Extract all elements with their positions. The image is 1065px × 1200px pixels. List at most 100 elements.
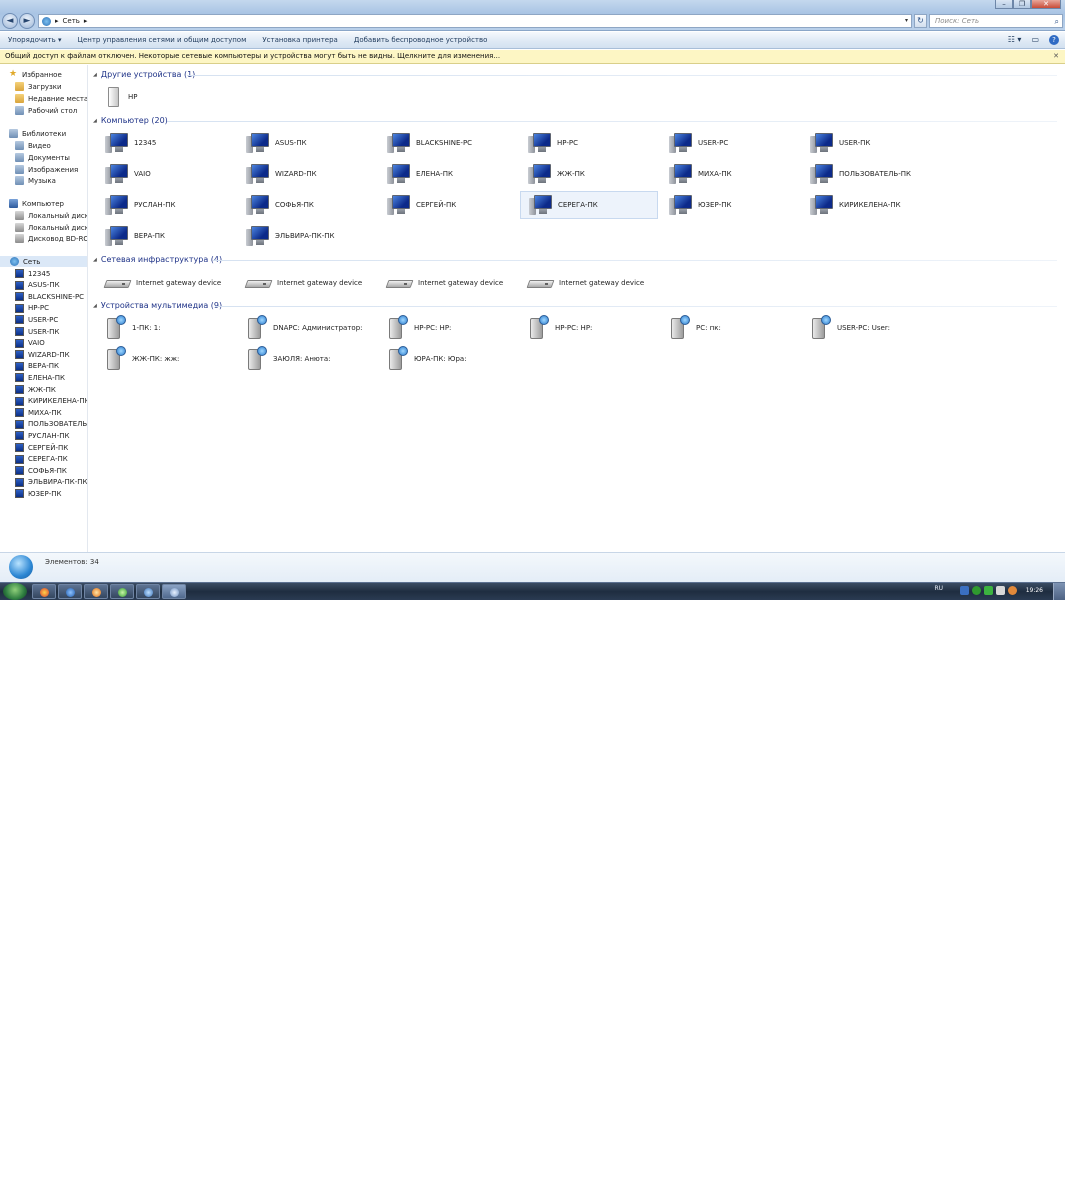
nav-network-item[interactable]: СЕРГЕЙ-ПК (15, 442, 68, 453)
nav-network-item[interactable]: МИХА-ПК (15, 407, 62, 418)
nav-network-item[interactable]: 12345 (15, 268, 50, 279)
nav-network-item[interactable]: КИРИКЕЛЕНА-ПК (15, 396, 87, 407)
nav-favorites[interactable]: ★ Избранное (9, 69, 62, 80)
show-desktop-button[interactable] (1053, 583, 1065, 600)
media-tile[interactable]: 1-ПК: 1: (97, 314, 235, 342)
nav-documents[interactable]: Документы (15, 152, 70, 163)
computer-tile[interactable]: СОФЬЯ-ПК (238, 191, 376, 219)
computer-tile[interactable]: BLACKSHINE-PC (379, 129, 517, 157)
forward-button[interactable]: ► (19, 13, 35, 29)
media-tile[interactable]: ЗАЮЛЯ: Анюта: (238, 345, 376, 373)
computer-tile[interactable]: КИРИКЕЛЕНА-ПК (802, 191, 940, 219)
views-button[interactable]: ☷ ▾ (1008, 35, 1022, 45)
nav-network-item[interactable]: ЕЛЕНА-ПК (15, 372, 65, 383)
breadcrumb-trail[interactable]: ▸ (84, 17, 88, 25)
nav-network-item[interactable]: СЕРЕГА-ПК (15, 454, 68, 465)
nav-network-item[interactable]: USER-PC (15, 314, 58, 325)
tray-icon[interactable] (972, 586, 981, 595)
taskbar-media-player[interactable] (110, 584, 134, 599)
address-bar[interactable]: ▸ Сеть ▸ ▾ (38, 14, 912, 28)
taskbar-chrome[interactable] (32, 584, 56, 599)
media-tile[interactable]: PC: пк: (661, 314, 799, 342)
nav-network-item[interactable]: WIZARD-ПК (15, 349, 70, 360)
computer-tile[interactable]: СЕРЕГА-ПК (520, 191, 658, 219)
refresh-button[interactable]: ↻ (914, 14, 927, 28)
gateway-tile[interactable]: Internet gateway device (238, 269, 376, 297)
device-tile[interactable]: HP (97, 83, 235, 111)
media-tile[interactable]: HP-PC: HP: (379, 314, 517, 342)
computer-tile[interactable]: МИХА-ПК (661, 160, 799, 188)
taskbar-explorer-shield[interactable] (58, 584, 82, 599)
media-tile[interactable]: DNAPC: Администратор: (238, 314, 376, 342)
gateway-tile[interactable]: Internet gateway device (379, 269, 517, 297)
computer-tile[interactable]: VAIO (97, 160, 235, 188)
start-button[interactable] (3, 583, 27, 600)
nav-desktop[interactable]: Рабочий стол (15, 105, 77, 116)
taskbar-app-orange[interactable] (84, 584, 108, 599)
computer-tile[interactable]: 12345 (97, 129, 235, 157)
nav-network-item[interactable]: BLACKSHINE-PC (15, 291, 84, 302)
computer-tile[interactable]: ПОЛЬЗОВАТЕЛЬ-ПК (802, 160, 940, 188)
nav-libraries[interactable]: Библиотеки (9, 128, 66, 139)
gateway-tile[interactable]: Internet gateway device (97, 269, 235, 297)
media-tile[interactable]: ЮРА-ПК: Юра: (379, 345, 517, 373)
computer-tile[interactable]: ЭЛЬВИРА-ПК-ПК (238, 222, 376, 250)
language-indicator[interactable]: RU (934, 585, 943, 592)
nav-network-item[interactable]: HP-PC (15, 303, 49, 314)
nav-network[interactable]: Сеть (0, 256, 87, 267)
tray-icon[interactable] (1008, 586, 1017, 595)
computer-tile[interactable]: СЕРГЕЙ-ПК (379, 191, 517, 219)
media-tile[interactable]: ЖЖ-ПК: жж: (97, 345, 235, 373)
nav-images[interactable]: Изображения (15, 164, 78, 175)
minimize-button[interactable]: – (995, 0, 1013, 9)
taskbar-explorer-active[interactable] (162, 584, 186, 599)
nav-bdrom[interactable]: Дисковод BD-ROM (15, 233, 87, 244)
nav-downloads[interactable]: Загрузки (15, 81, 62, 92)
add-wireless-button[interactable]: Добавить беспроводное устройство (346, 36, 496, 44)
add-printer-button[interactable]: Установка принтера (254, 36, 345, 44)
close-button[interactable]: ✕ (1031, 0, 1061, 9)
volume-icon[interactable] (996, 586, 1005, 595)
computer-tile[interactable]: РУСЛАН-ПК (97, 191, 235, 219)
computer-tile[interactable]: USER-ПК (802, 129, 940, 157)
search-input[interactable]: Поиск: Сеть ⌕ (929, 14, 1063, 28)
maximize-button[interactable]: ❐ (1013, 0, 1031, 9)
chevron-down-icon[interactable]: ▾ (905, 17, 908, 24)
group-header-infra[interactable]: ◢ Сетевая инфраструктура (4) (93, 255, 222, 264)
nav-music[interactable]: Музыка (15, 175, 56, 186)
organize-button[interactable]: Упорядочить ▾ (0, 36, 70, 44)
nav-computer[interactable]: Компьютер (9, 198, 64, 209)
preview-pane-button[interactable]: ▭ (1031, 35, 1039, 45)
computer-tile[interactable]: ВЕРА-ПК (97, 222, 235, 250)
help-icon[interactable]: ? (1049, 35, 1059, 45)
media-tile[interactable]: HP-PC: HP: (520, 314, 658, 342)
nav-network-item[interactable]: РУСЛАН-ПК (15, 430, 69, 441)
media-tile[interactable]: USER-PC: User: (802, 314, 940, 342)
tray-icon[interactable] (984, 586, 993, 595)
nav-network-item[interactable]: ВЕРА-ПК (15, 361, 59, 372)
breadcrumb[interactable]: Сеть (63, 17, 80, 25)
clock[interactable]: 19:26 (1026, 587, 1043, 594)
group-header-other[interactable]: ◢ Другие устройства (1) (93, 70, 195, 79)
computer-tile[interactable]: ЕЛЕНА-ПК (379, 160, 517, 188)
group-header-media[interactable]: ◢ Устройства мультимедиа (9) (93, 301, 222, 310)
computer-tile[interactable]: USER-PC (661, 129, 799, 157)
nav-recent[interactable]: Недавние места (15, 93, 87, 104)
computer-tile[interactable]: ЖЖ-ПК (520, 160, 658, 188)
close-icon[interactable]: ✕ (1053, 50, 1059, 63)
computer-tile[interactable]: ЮЗЕР-ПК (661, 191, 799, 219)
group-header-computers[interactable]: ◢ Компьютер (20) (93, 116, 168, 125)
network-center-button[interactable]: Центр управления сетями и общим доступом (70, 36, 255, 44)
nav-network-item[interactable]: VAIO (15, 338, 45, 349)
nav-network-item[interactable]: ЖЖ-ПК (15, 384, 56, 395)
back-button[interactable]: ◄ (2, 13, 18, 29)
info-bar[interactable]: Общий доступ к файлам отключен. Некоторы… (0, 50, 1065, 64)
nav-network-item[interactable]: ЮЗЕР-ПК (15, 488, 61, 499)
search-icon[interactable]: ⌕ (1055, 16, 1059, 28)
tray-icon[interactable] (960, 586, 969, 595)
nav-network-item[interactable]: ASUS-ПК (15, 280, 60, 291)
nav-network-item[interactable]: СОФЬЯ-ПК (15, 465, 67, 476)
computer-tile[interactable]: ASUS-ПК (238, 129, 376, 157)
computer-tile[interactable]: HP-PC (520, 129, 658, 157)
taskbar-network[interactable] (136, 584, 160, 599)
